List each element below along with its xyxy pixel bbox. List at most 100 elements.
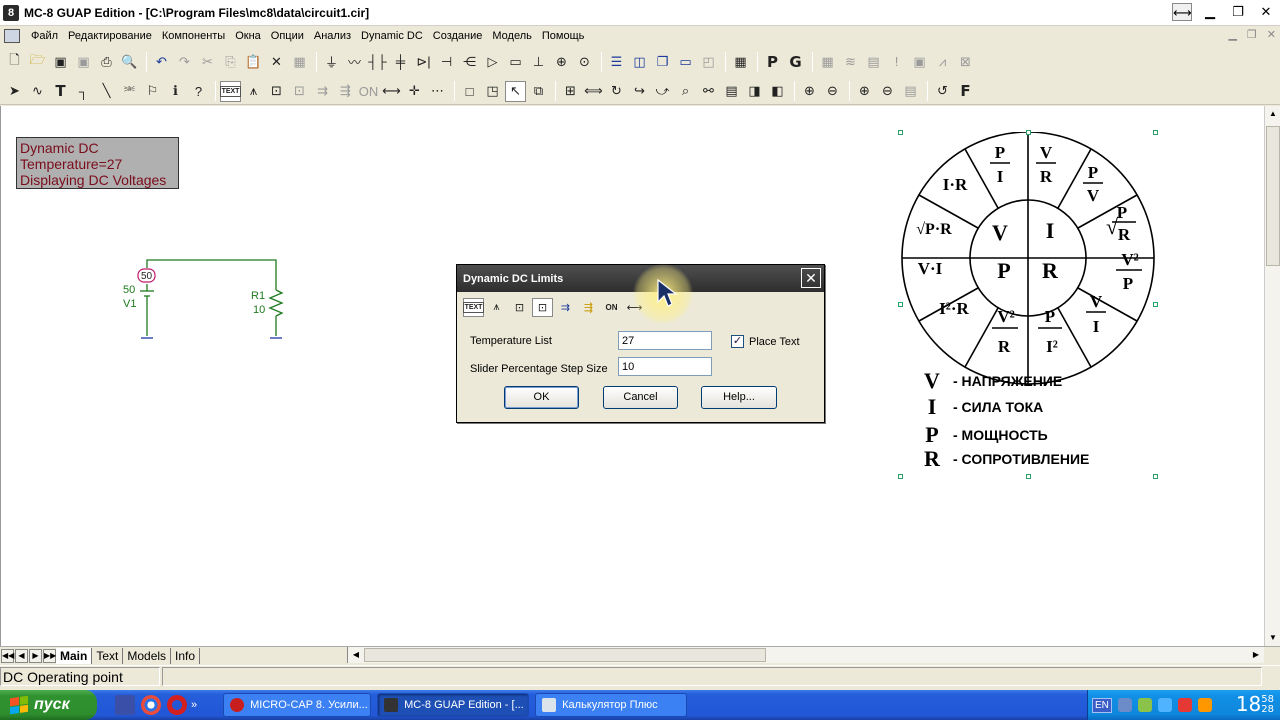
selection-handle[interactable]: [1026, 474, 1031, 479]
wire-top[interactable]: [146, 259, 277, 290]
help-pointer-icon[interactable]: ?: [188, 81, 209, 102]
checkbox-check-icon[interactable]: ✓: [731, 335, 744, 348]
component-mode-icon[interactable]: ⎃: [119, 81, 140, 102]
menu-help[interactable]: Помощь: [537, 30, 590, 42]
tile-vertical-icon[interactable]: ◫: [629, 51, 650, 72]
flip-y-icon[interactable]: ⤻: [652, 81, 673, 102]
save-all-icon[interactable]: ▣: [73, 51, 94, 72]
flip-x-icon[interactable]: ↪: [629, 81, 650, 102]
task-micro-cap[interactable]: MICRO-CAP 8. Усили...: [223, 693, 372, 717]
selection-handle[interactable]: [1153, 130, 1158, 135]
front-icon[interactable]: ◨: [744, 81, 765, 102]
vertical-scroll-thumb[interactable]: [1266, 126, 1280, 266]
cancel-button[interactable]: Cancel: [603, 386, 678, 409]
pointer-mode-button[interactable]: ↖: [505, 80, 526, 102]
battery-component-icon[interactable]: ⊥: [528, 51, 549, 72]
task-calculator[interactable]: Калькулятор Плюс: [535, 693, 688, 717]
slider-step-input[interactable]: [618, 357, 712, 376]
menu-file[interactable]: Файл: [26, 30, 63, 42]
select-all-icon[interactable]: ▦: [289, 51, 310, 72]
menu-edit[interactable]: Редактирование: [63, 30, 157, 42]
pin-connect-icon[interactable]: ⟷: [381, 81, 402, 102]
dialog-node-numbers-icon[interactable]: ⊡: [509, 298, 530, 317]
dialog-attribute-icon[interactable]: ⩚: [486, 298, 507, 317]
cascade-icon[interactable]: ❐: [652, 51, 673, 72]
step-box-icon[interactable]: ⊞: [560, 81, 581, 102]
split-window-icon[interactable]: ◰: [698, 51, 719, 72]
probe-icon[interactable]: ǃ: [886, 51, 907, 72]
scroll-left-icon[interactable]: ◀: [348, 647, 364, 663]
attribute-icon[interactable]: ⩚: [243, 81, 264, 102]
dialog-node-voltages-button[interactable]: ⊡: [532, 298, 553, 317]
horizontal-scroll-thumb[interactable]: [364, 648, 766, 662]
tray-update-icon[interactable]: [1197, 698, 1212, 712]
paste-icon[interactable]: 📋: [243, 51, 264, 72]
ok-button[interactable]: OK: [504, 386, 579, 409]
conditions-icon[interactable]: ON: [358, 81, 379, 102]
node-voltages-icon[interactable]: ⊡: [289, 81, 310, 102]
page-icon[interactable]: ▤: [721, 81, 742, 102]
help-button[interactable]: Help...: [701, 386, 777, 409]
rotate-icon[interactable]: ↻: [606, 81, 627, 102]
document-icon[interactable]: [4, 29, 20, 43]
quicklaunch-opera-icon[interactable]: [167, 695, 187, 715]
refresh-icon[interactable]: ↺: [932, 81, 953, 102]
tab-first-icon[interactable]: ◀◀: [1, 648, 14, 663]
window-icon[interactable]: ▭: [675, 51, 696, 72]
function-f-button[interactable]: F: [955, 81, 976, 102]
transistor-component-icon[interactable]: ⊣: [436, 51, 457, 72]
back-icon[interactable]: ◧: [767, 81, 788, 102]
selection-handle[interactable]: [898, 302, 903, 307]
language-indicator[interactable]: EN: [1092, 697, 1112, 713]
scroll-up-icon[interactable]: ▲: [1265, 106, 1280, 122]
new-file-icon[interactable]: 🗋: [4, 51, 25, 72]
scope-icon[interactable]: ▤: [863, 51, 884, 72]
select-arrow-icon[interactable]: ➤: [4, 81, 25, 102]
scroll-down-icon[interactable]: ▼: [1265, 630, 1280, 646]
node-numbers-icon[interactable]: ⊡: [266, 81, 287, 102]
selection-handle[interactable]: [1153, 302, 1158, 307]
temperature-list-input[interactable]: [618, 331, 712, 350]
orthogonal-wire-icon[interactable]: ┐: [73, 81, 94, 102]
dialog-conditions-icon[interactable]: ON: [601, 298, 622, 317]
source-component-icon[interactable]: ⊕: [551, 51, 572, 72]
tray-antivirus-icon[interactable]: [1177, 698, 1192, 712]
title-block-icon[interactable]: ◳: [482, 81, 503, 102]
redo-icon[interactable]: ↷: [174, 51, 195, 72]
tab-prev-icon[interactable]: ◀: [15, 648, 28, 663]
start-button[interactable]: пуск: [0, 690, 97, 720]
diagonal-wire-icon[interactable]: ╲: [96, 81, 117, 102]
clock[interactable]: 1858 28: [1236, 692, 1274, 716]
grid-icon[interactable]: ▦: [817, 51, 838, 72]
menu-components[interactable]: Компоненты: [157, 30, 230, 42]
probe-g-button[interactable]: G: [785, 51, 806, 72]
selection-handle[interactable]: [1026, 130, 1031, 135]
task-mc8[interactable]: MC-8 GUAP Edition - [...: [377, 693, 530, 717]
dialog-power-icon[interactable]: ⇶: [578, 298, 599, 317]
inductor-component-icon[interactable]: ╪: [390, 51, 411, 72]
selection-handle[interactable]: [898, 130, 903, 135]
selection-handle[interactable]: [898, 474, 903, 479]
menu-windows[interactable]: Окна: [230, 30, 266, 42]
tab-text[interactable]: Text: [92, 647, 124, 664]
probe-p-button[interactable]: P: [762, 51, 783, 72]
tab-models[interactable]: Models: [123, 647, 172, 664]
tray-battery-icon[interactable]: [1137, 698, 1152, 712]
diode-component-icon[interactable]: ⊳|: [413, 51, 434, 72]
tab-info[interactable]: Info: [171, 647, 201, 664]
switch-component-icon[interactable]: ▭: [505, 51, 526, 72]
menu-create[interactable]: Создание: [428, 30, 488, 42]
npn-component-icon[interactable]: ⋲: [459, 51, 480, 72]
cut-icon[interactable]: ✂: [197, 51, 218, 72]
app-icon[interactable]: 8: [3, 4, 19, 21]
restore-button[interactable]: ❐: [1228, 3, 1248, 21]
scroll-right-icon[interactable]: ▶: [1248, 647, 1264, 663]
tab-main[interactable]: Main: [56, 647, 93, 664]
horizontal-scrollbar[interactable]: ◀ ▶: [347, 647, 1264, 663]
border-icon[interactable]: □: [459, 81, 480, 102]
vertical-scrollbar[interactable]: ▲ ▼: [1264, 106, 1280, 646]
tile-horizontal-icon[interactable]: ☰: [606, 51, 627, 72]
ground-component-icon[interactable]: ⏚: [321, 51, 342, 72]
save-icon[interactable]: ▣: [50, 51, 71, 72]
print-preview-icon[interactable]: 🔍: [119, 51, 140, 72]
